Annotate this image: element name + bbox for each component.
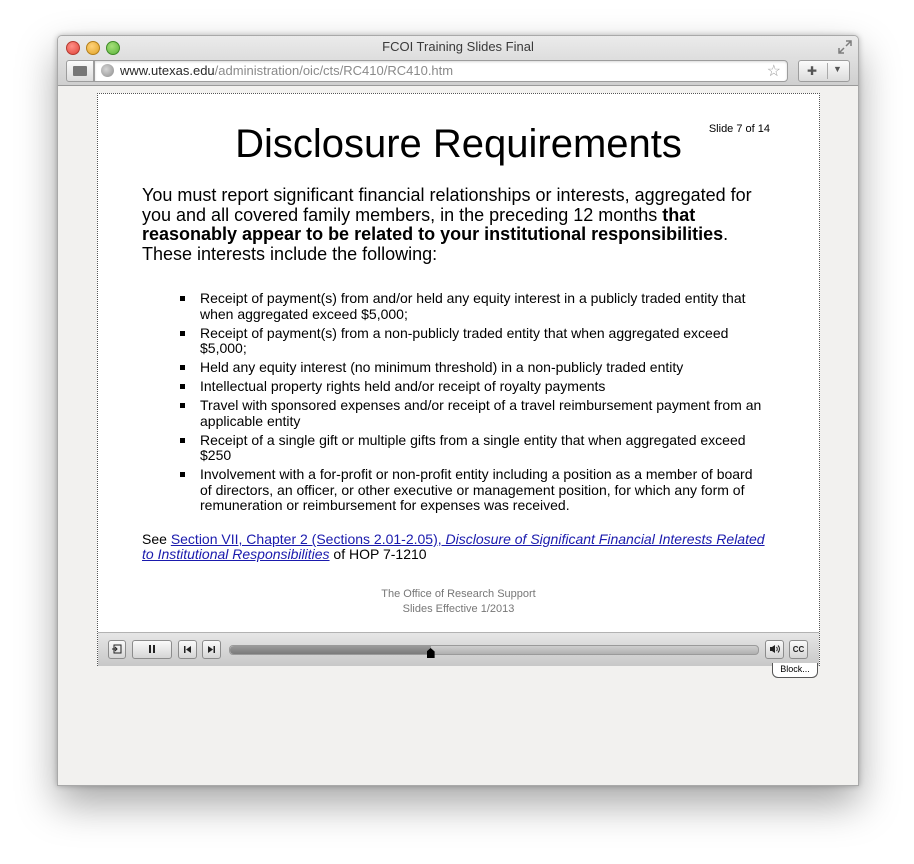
intro-text: You must report significant financial re… <box>142 185 752 225</box>
previous-slide-button[interactable] <box>178 640 197 659</box>
disclosure-list: Receipt of payment(s) from and/or held a… <box>178 290 768 517</box>
list-item: Intellectual property rights held and/or… <box>178 378 768 395</box>
list-item: Receipt of payment(s) from a non-publicl… <box>178 325 768 357</box>
progress-fill <box>230 646 431 654</box>
footer-effective-date: Slides Effective 1/2013 <box>402 603 515 615</box>
browser-toolbar: FCOI Training Slides Final www.utexas.ed… <box>58 36 858 86</box>
slide-player: Slide 7 of 14 Disclosure Requirements Yo… <box>97 93 820 666</box>
url-text[interactable]: www.utexas.edu/administration/oic/cts/RC… <box>120 63 453 78</box>
list-item: Held any equity interest (no minimum thr… <box>178 359 768 376</box>
star-icon[interactable]: ☆ <box>767 61 781 81</box>
url-path: /administration/oic/cts/RC410/RC410.htm <box>214 63 454 78</box>
window-title: FCOI Training Slides Final <box>382 39 534 54</box>
extensions-button[interactable]: ✚ ▼ <box>798 60 850 82</box>
pause-icon <box>149 645 155 653</box>
sidebar-grid-icon <box>73 66 87 76</box>
skip-forward-icon <box>208 646 215 653</box>
next-slide-button[interactable] <box>202 640 221 659</box>
block-tab[interactable]: Block... <box>772 663 818 678</box>
list-item: Receipt of a single gift or multiple gif… <box>178 432 768 464</box>
footer-office: The Office of Research Support <box>381 588 536 600</box>
sidebar-button[interactable] <box>66 60 94 82</box>
globe-icon <box>101 64 114 77</box>
list-item: Involvement with a for-profit or non-pro… <box>178 466 768 514</box>
hop-reference-link[interactable]: Section VII, Chapter 2 (Sections 2.01-2.… <box>142 531 765 562</box>
pause-button[interactable] <box>132 640 172 659</box>
captions-button[interactable]: CC <box>789 640 808 659</box>
url-host: www.utexas.edu <box>120 63 215 78</box>
puzzle-icon: ✚ <box>807 64 818 78</box>
exit-button[interactable] <box>108 640 126 659</box>
reference-text: See Section VII, Chapter 2 (Sections 2.0… <box>142 532 772 561</box>
exit-icon <box>112 644 122 654</box>
list-item: Travel with sponsored expenses and/or re… <box>178 397 768 429</box>
speaker-icon <box>770 645 780 653</box>
chevron-down-icon[interactable]: ▼ <box>833 64 842 74</box>
progress-scrubber[interactable] <box>229 645 759 658</box>
volume-button[interactable] <box>765 640 784 659</box>
browser-window: FCOI Training Slides Final www.utexas.ed… <box>57 35 859 786</box>
slide-footer: The Office of Research Support Slides Ef… <box>98 587 819 617</box>
skip-back-icon <box>184 646 191 653</box>
extensions-separator <box>827 63 828 79</box>
slide-intro: You must report significant financial re… <box>142 185 772 264</box>
player-controls: CC <box>98 632 819 666</box>
address-bar[interactable]: www.utexas.edu/administration/oic/cts/RC… <box>94 60 788 82</box>
slide-title: Disclosure Requirements <box>235 122 682 166</box>
fullscreen-arrows-icon[interactable] <box>838 40 852 54</box>
cc-icon: CC <box>792 645 805 654</box>
list-item: Receipt of payment(s) from and/or held a… <box>178 290 768 322</box>
reference-suffix: of HOP 7-1210 <box>329 545 427 562</box>
